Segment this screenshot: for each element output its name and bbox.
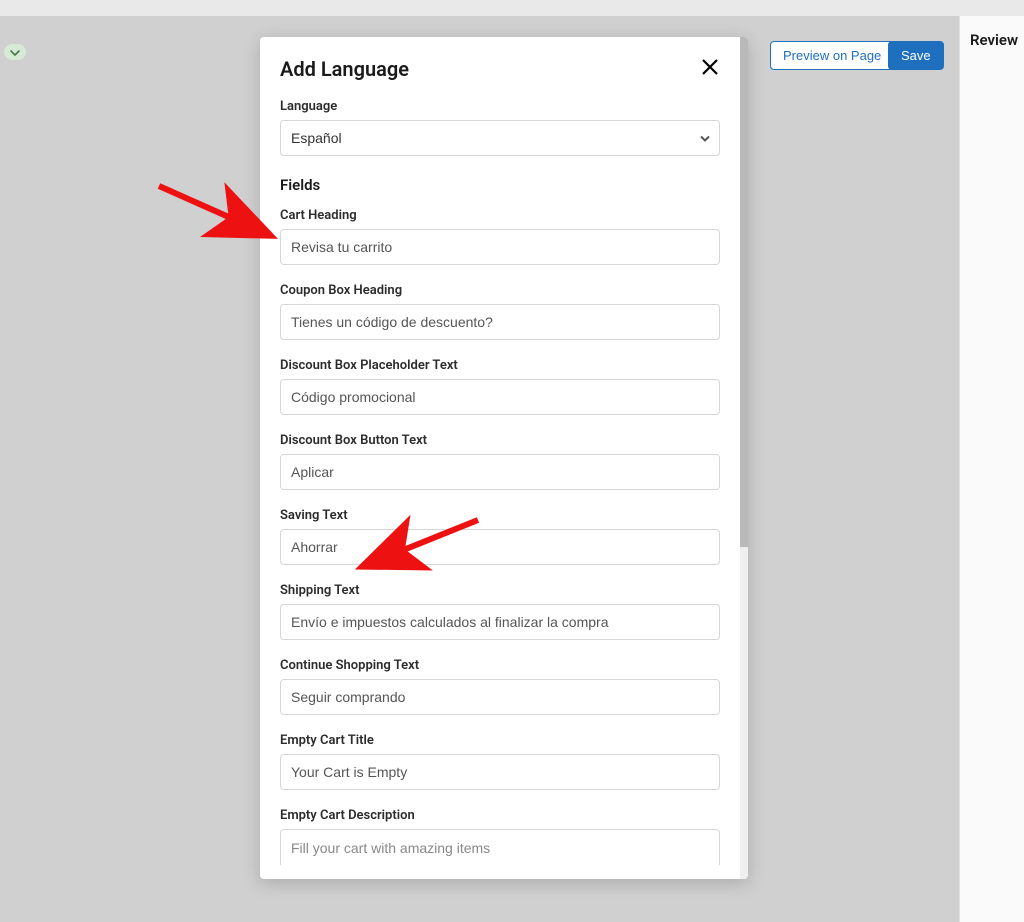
field-label-empty-cart-description: Empty Cart Description: [280, 808, 720, 823]
continue-shopping-input[interactable]: [280, 679, 720, 715]
shipping-text-input[interactable]: [280, 604, 720, 640]
cart-heading-input[interactable]: [280, 229, 720, 265]
top-stripe: [0, 0, 1024, 16]
close-icon[interactable]: [700, 57, 720, 81]
modal-content: Add Language Language Español Fields Car…: [260, 37, 740, 879]
field-label-coupon-box-heading: Coupon Box Heading: [280, 283, 720, 298]
field-label-saving-text: Saving Text: [280, 508, 720, 523]
field-label-empty-cart-title: Empty Cart Title: [280, 733, 720, 748]
field-label-discount-button-text: Discount Box Button Text: [280, 433, 720, 448]
field-label-continue-shopping: Continue Shopping Text: [280, 658, 720, 673]
language-select[interactable]: Español: [280, 120, 720, 156]
discount-button-text-input[interactable]: [280, 454, 720, 490]
field-label-shipping-text: Shipping Text: [280, 583, 720, 598]
saving-text-input[interactable]: [280, 529, 720, 565]
field-label-discount-placeholder: Discount Box Placeholder Text: [280, 358, 720, 373]
language-label: Language: [280, 99, 720, 114]
modal-title: Add Language: [280, 57, 409, 81]
empty-cart-title-input[interactable]: [280, 754, 720, 790]
coupon-box-heading-input[interactable]: [280, 304, 720, 340]
discount-placeholder-input[interactable]: [280, 379, 720, 415]
right-panel: Review: [959, 16, 1024, 922]
modal-scrollbar-thumb[interactable]: [740, 37, 748, 547]
field-label-cart-heading: Cart Heading: [280, 208, 720, 223]
save-button[interactable]: Save: [888, 41, 944, 70]
empty-cart-description-input[interactable]: [280, 829, 720, 865]
preview-on-page-button[interactable]: Preview on Page: [770, 41, 894, 70]
collapse-toggle[interactable]: [4, 44, 26, 60]
chevron-down-icon: [10, 43, 20, 62]
add-language-modal: Add Language Language Español Fields Car…: [260, 37, 748, 879]
right-panel-title: Review: [970, 31, 1018, 49]
fields-heading: Fields: [280, 176, 720, 194]
